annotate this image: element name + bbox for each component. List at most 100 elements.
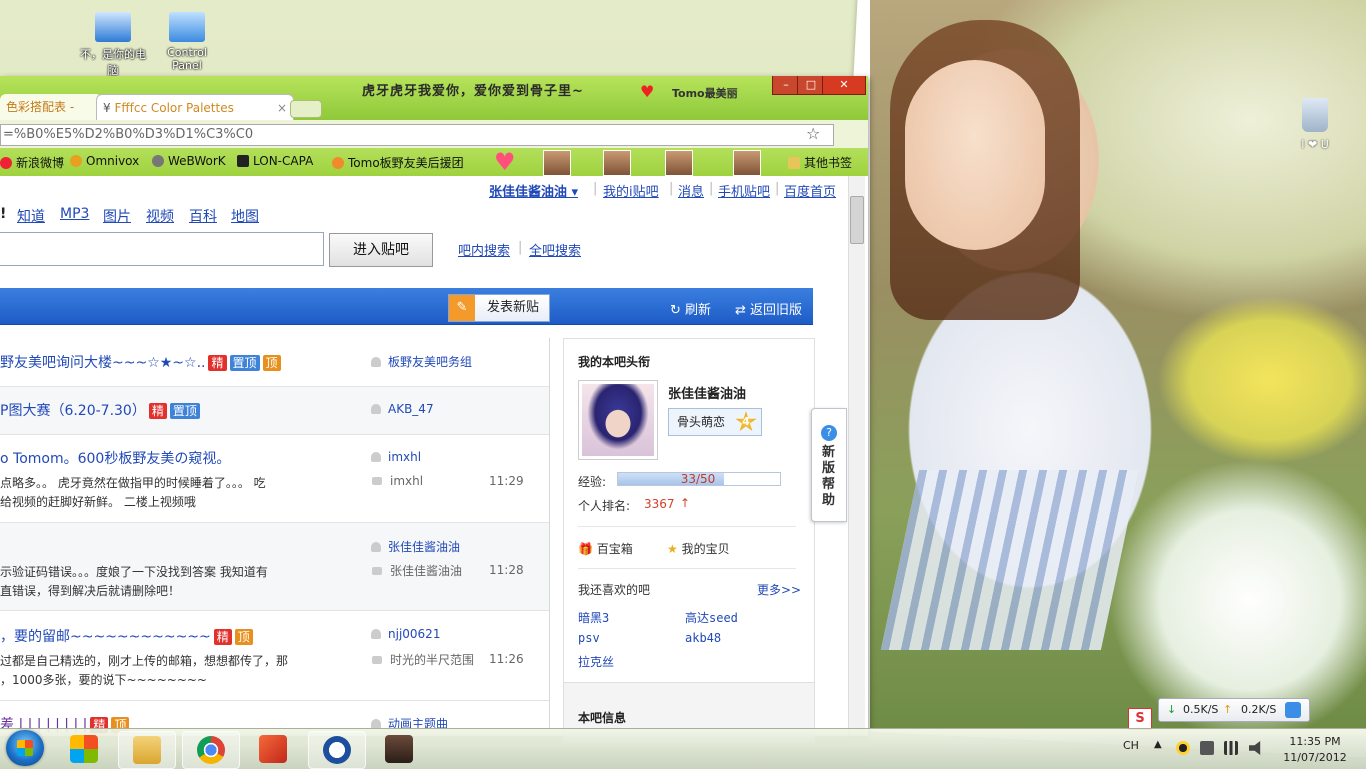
rank-label: 个人排名:: [578, 499, 631, 513]
avatar-image: [582, 384, 654, 456]
last-reply[interactable]: 时光的半尺范围: [372, 651, 474, 668]
sogou-ime-icon[interactable]: S: [1128, 708, 1152, 730]
treasure-box-link[interactable]: 🎁 百宝箱: [578, 540, 633, 557]
recycle-bin[interactable]: I ❤ U: [1285, 98, 1345, 151]
nav-video[interactable]: 视频: [146, 206, 174, 226]
minimize-button[interactable]: –: [772, 76, 800, 95]
liked-bar-link[interactable]: psv: [578, 631, 600, 645]
webwork-icon: [152, 155, 164, 167]
thread-author[interactable]: 板野友美吧务组: [371, 353, 472, 370]
my-items-label: 我的宝贝: [681, 542, 730, 556]
bookmark-lon-capa[interactable]: LON-CAPA: [237, 154, 313, 168]
level-badge[interactable]: 骨头萌恋 4: [668, 408, 762, 436]
new-tab-button[interactable]: [290, 100, 322, 118]
bookmark-weibo[interactable]: 新浪微博: [0, 154, 64, 171]
show-hidden-icons[interactable]: ▲: [1154, 739, 1162, 750]
qq-icon[interactable]: [1176, 741, 1190, 755]
nav-zhidao[interactable]: 知道: [17, 206, 45, 226]
thread-title[interactable]: o Tomom。600秒板野友美の窥视。: [0, 448, 230, 468]
search-in-bar-link[interactable]: 吧内搜索: [458, 240, 510, 259]
recycle-bin-icon: [1302, 98, 1328, 132]
swap-icon: ⇄: [735, 303, 746, 318]
last-reply[interactable]: 张佳佳酱油油: [372, 562, 462, 579]
close-button[interactable]: ✕: [822, 76, 866, 95]
taskbar-app-chrome[interactable]: [182, 731, 240, 769]
badge-featured: 精: [213, 629, 232, 645]
input-language[interactable]: CH: [1123, 739, 1139, 752]
net-speed-widget[interactable]: ↓ 0.5K/S ↑ 0.2K/S: [1158, 698, 1310, 722]
comment-icon: [372, 567, 382, 575]
avatar[interactable]: [578, 380, 658, 460]
nav-baike[interactable]: 百科: [189, 206, 217, 226]
desktop-icon-computer[interactable]: 不，是你的电脑: [78, 12, 148, 78]
tab-label: 色彩搭配表 -: [6, 100, 75, 114]
my-tieba-link[interactable]: 我的i贴吧: [603, 181, 659, 200]
thread-author[interactable]: njj00621: [371, 627, 440, 641]
search-all-bars-link[interactable]: 全吧搜索: [529, 240, 581, 259]
scrollbar-thumb[interactable]: [850, 196, 864, 244]
liked-bar-link[interactable]: 暗黑3: [578, 609, 609, 626]
bookmark-photo-thumb[interactable]: [603, 150, 631, 176]
tab-close-icon[interactable]: ×: [277, 95, 287, 121]
bookmark-tomo[interactable]: Tomo板野友美后援团: [332, 154, 464, 171]
thread-author[interactable]: 张佳佳酱油油: [371, 538, 460, 555]
help-icon: ?: [821, 425, 837, 441]
liked-bar-link[interactable]: 拉克丝: [578, 653, 614, 670]
taskbar-app-photo[interactable]: [371, 731, 427, 767]
omnivox-icon: [70, 155, 82, 167]
thread-author-text: imxhl: [388, 450, 422, 464]
taskbar-app-flash[interactable]: [245, 731, 301, 767]
refresh-link[interactable]: ↻ 刷新: [670, 299, 711, 318]
bookmark-photo-thumb[interactable]: [733, 150, 761, 176]
clock-time[interactable]: 11:35 PM: [1280, 735, 1350, 748]
control-panel-icon: [169, 12, 205, 42]
tray-app-icon[interactable]: [1200, 741, 1214, 755]
person-icon: [371, 629, 381, 639]
last-reply-user: 张佳佳酱油油: [390, 564, 463, 578]
url-input[interactable]: =%B0%E5%D2%B0%D3%D1%C3%C0: [0, 124, 834, 146]
new-version-help-tab[interactable]: ? 新版帮助: [811, 408, 847, 522]
baidu-home-link[interactable]: 百度首页: [784, 181, 836, 200]
taskbar-app-k[interactable]: [308, 731, 366, 769]
nav-fragment: !: [0, 206, 7, 222]
nav-mp3[interactable]: MP3: [60, 206, 89, 222]
page-scrollbar[interactable]: [848, 176, 865, 736]
bookmark-webwork[interactable]: WeBWorK: [152, 154, 226, 168]
liked-bar-link[interactable]: akb48: [685, 631, 721, 645]
back-to-old-link[interactable]: ⇄ 返回旧版: [735, 299, 802, 318]
bookmark-photo-thumb[interactable]: [543, 150, 571, 176]
last-reply[interactable]: imxhl: [372, 474, 423, 488]
start-button[interactable]: [6, 730, 44, 766]
other-bookmarks[interactable]: 其他书签: [788, 154, 852, 171]
thread-title[interactable]: 野友美吧询问大楼~~~☆★~☆.. 精置顶顶: [0, 352, 281, 372]
sidebar-username[interactable]: 张佳佳酱油油: [668, 383, 746, 402]
network-signal-icon[interactable]: [1224, 741, 1238, 755]
messages-link[interactable]: 消息: [678, 181, 704, 200]
maximize-button[interactable]: □: [797, 76, 825, 95]
tab-ffffcc-color-palettes[interactable]: ¥ Ffffcc Color Palettes ×: [96, 94, 294, 121]
thread-author[interactable]: AKB_47: [371, 402, 434, 416]
thread-title[interactable]: P图大赛（6.20-7.30）精置顶: [0, 400, 200, 420]
tab-color-table[interactable]: 色彩搭配表 -: [0, 94, 102, 120]
enter-bar-button[interactable]: 进入贴吧: [329, 233, 433, 267]
nav-images[interactable]: 图片: [103, 206, 131, 226]
nav-map[interactable]: 地图: [231, 206, 259, 226]
bookmark-omnivox[interactable]: Omnivox: [70, 154, 139, 168]
thread-author[interactable]: imxhl: [371, 450, 421, 464]
thread-title[interactable]: ，要的留邮~~~~~~~~~~~~ 精顶: [0, 626, 253, 646]
bookmark-star-icon[interactable]: ☆: [806, 124, 820, 143]
user-menu-link[interactable]: 张佳佳酱油油 ▾: [489, 181, 578, 200]
desktop-icon-control-panel[interactable]: Control Panel: [152, 12, 222, 72]
taskbar-app-windows[interactable]: [56, 731, 112, 767]
clock-date[interactable]: 11/07/2012: [1280, 751, 1350, 764]
more-link[interactable]: 更多>>: [757, 581, 801, 598]
computer-icon: [95, 12, 131, 42]
my-items-link[interactable]: ★ 我的宝贝: [667, 540, 730, 557]
taskbar-app-explorer[interactable]: [118, 731, 176, 769]
new-post-button[interactable]: ✎ 发表新贴: [448, 294, 550, 322]
bookmark-photo-thumb[interactable]: [665, 150, 693, 176]
chevron-down-icon: ▾: [571, 185, 579, 200]
liked-bar-link[interactable]: 高达seed: [685, 609, 738, 626]
mobile-tieba-link[interactable]: 手机贴吧: [718, 181, 770, 200]
search-input[interactable]: [0, 232, 324, 266]
